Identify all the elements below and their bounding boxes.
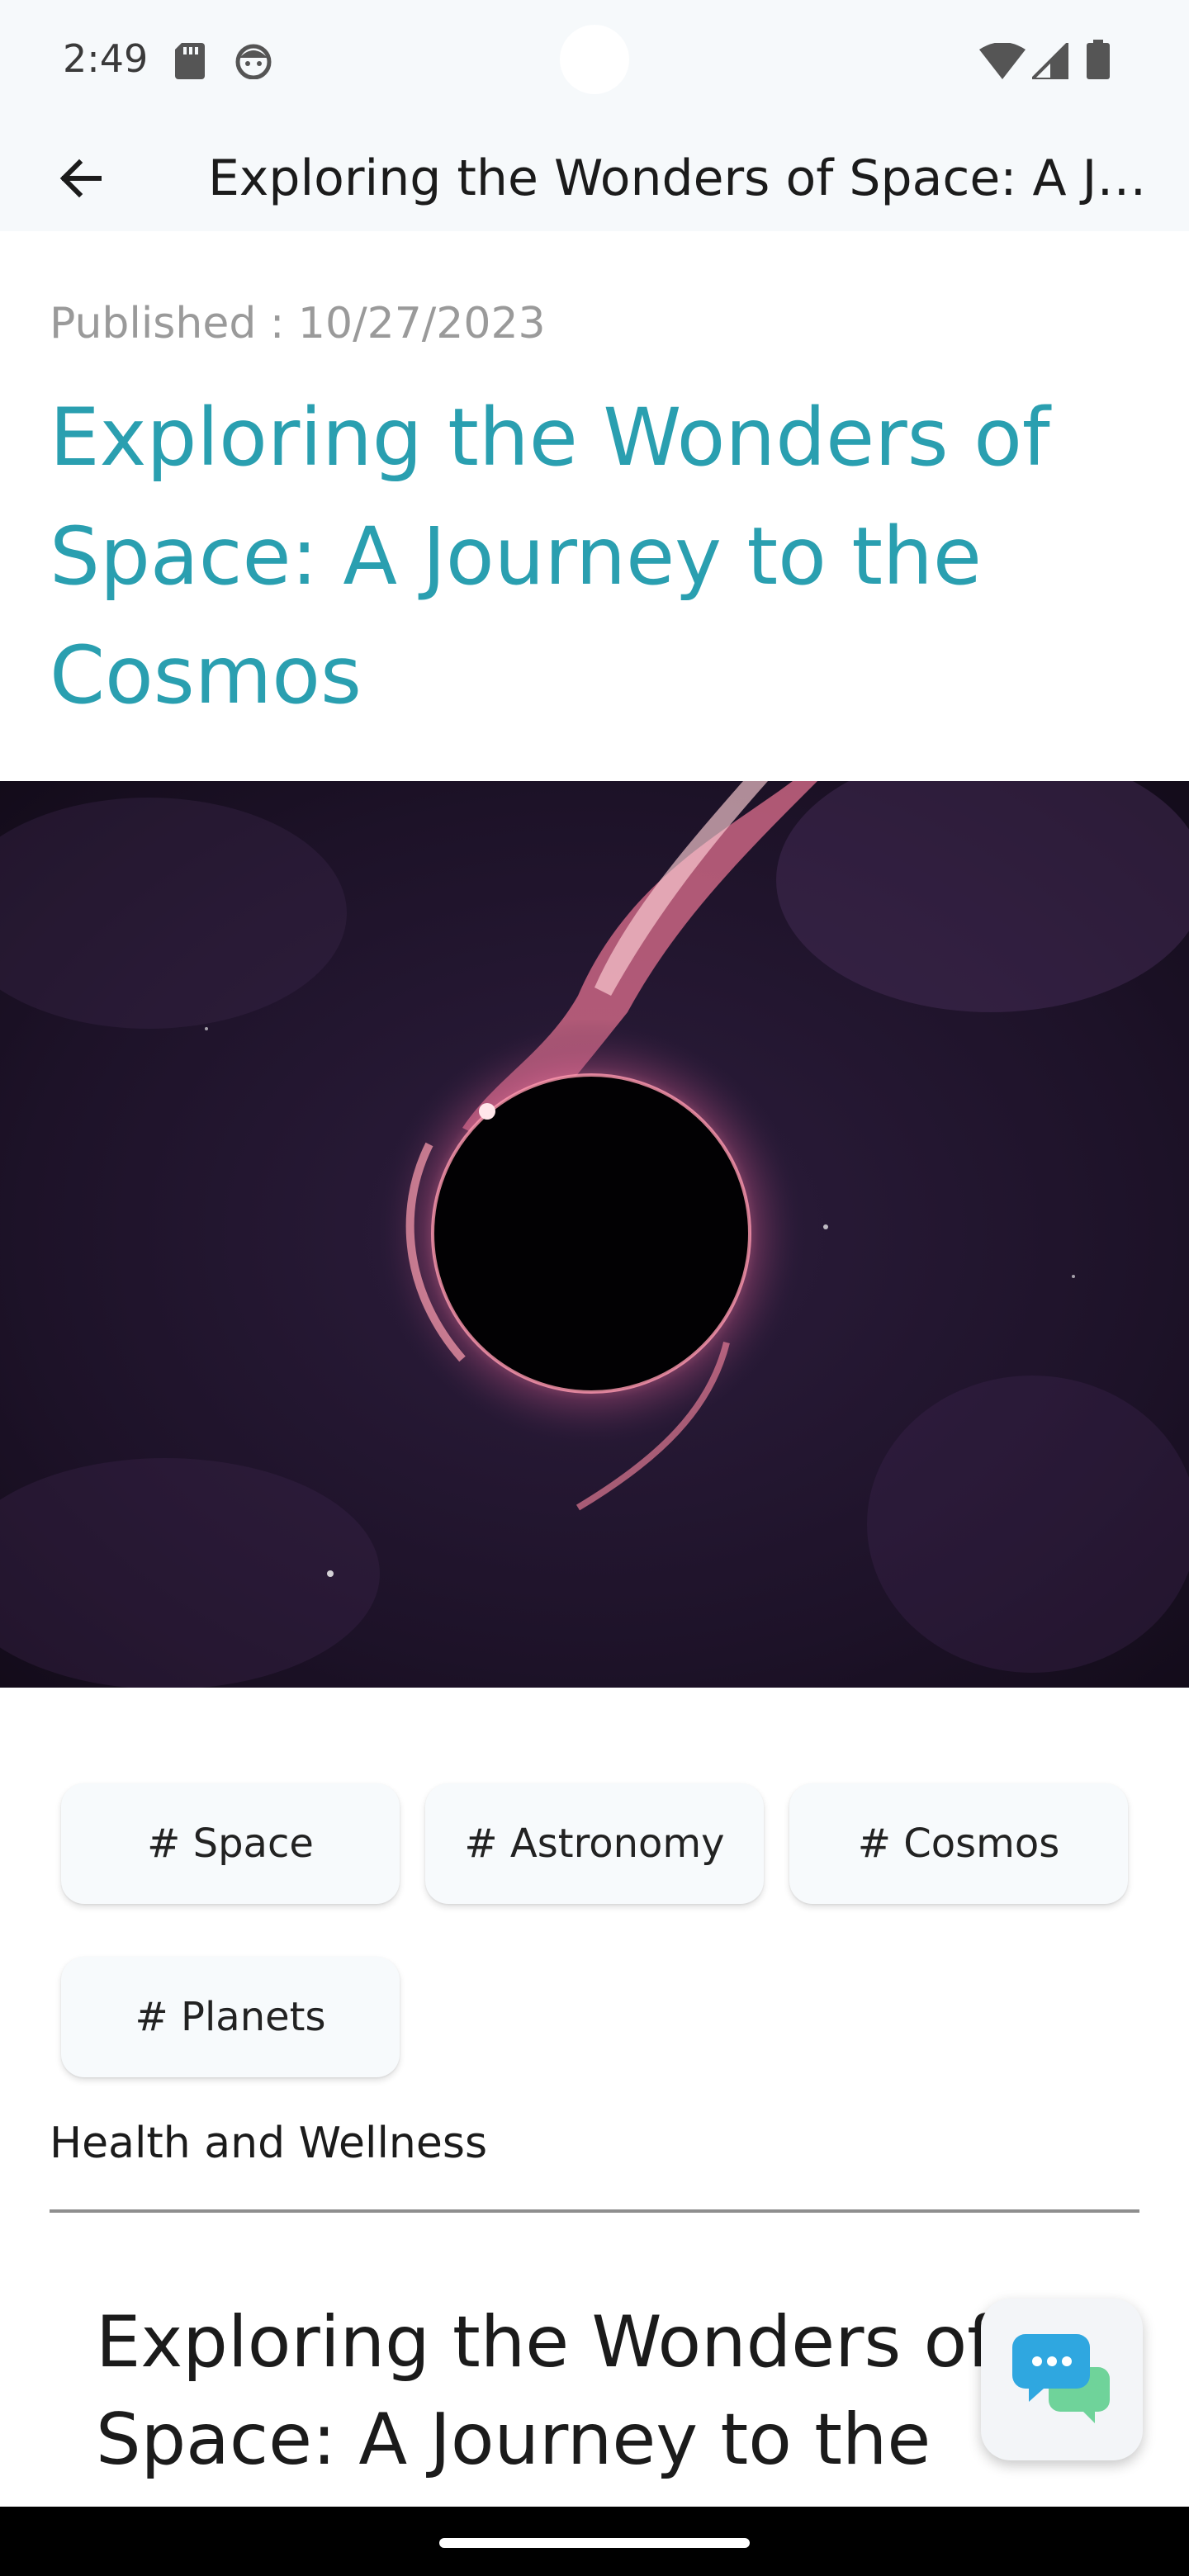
tag-chip-planets[interactable]: # Planets [61, 1957, 400, 2077]
tag-chip-astronomy[interactable]: # Astronomy [425, 1783, 764, 1904]
screen: 2:49 Exploring the Wonders of Space: A J… [0, 0, 1189, 2576]
tag-chip-space[interactable]: # Space [61, 1783, 400, 1904]
chat-bubbles-icon [1012, 2334, 1110, 2423]
black-hole-space-image [0, 781, 1189, 1688]
status-time: 2:49 [63, 36, 149, 81]
signal-icon [1032, 43, 1068, 79]
app-bar: Exploring the Wonders of Space: A Journe… [0, 122, 1189, 231]
chat-fab-button[interactable] [981, 2299, 1143, 2460]
status-bar: 2:49 [0, 0, 1189, 122]
battery-icon [1087, 40, 1110, 79]
tag-chip-cosmos[interactable]: # Cosmos [789, 1783, 1128, 1904]
app-bar-title: Exploring the Wonders of Space: A Journe… [208, 149, 1149, 207]
home-indicator[interactable] [439, 2538, 750, 2548]
top-bar: 2:49 Exploring the Wonders of Space: A J… [0, 0, 1189, 231]
category-label: Health and Wellness [50, 2119, 488, 2168]
sd-card-icon [175, 43, 205, 79]
divider [50, 2209, 1139, 2213]
back-button[interactable] [50, 147, 112, 210]
face-icon [235, 44, 272, 79]
hero-image [0, 781, 1189, 1688]
article-title: Exploring the Wonders of Space: A Journe… [50, 391, 1050, 722]
camera-cutout [560, 25, 629, 94]
published-date: Published : 10/27/2023 [50, 299, 546, 348]
arrow-back-icon [59, 159, 102, 198]
wifi-icon [979, 43, 1026, 79]
